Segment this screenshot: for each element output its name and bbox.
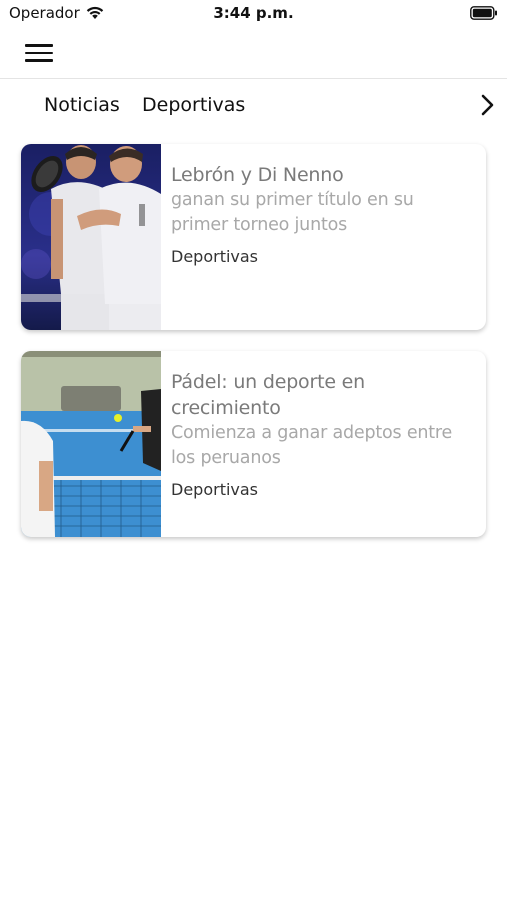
article-subtitle: Comienza a ganar adeptos entre los perua… <box>171 423 453 468</box>
article-title: Lebrón y Di Nenno <box>171 164 344 186</box>
hamburger-menu-icon[interactable] <box>25 42 53 64</box>
status-time: 3:44 p.m. <box>213 4 294 22</box>
tab-deportivas[interactable]: Deportivas <box>142 94 245 116</box>
article-card[interactable]: Pádel: un deporte en crecimiento Comienz… <box>21 351 486 537</box>
article-category: Deportivas <box>171 247 259 266</box>
article-text: Pádel: un deporte en crecimiento Comienz… <box>171 369 471 501</box>
category-tabs: Noticias Deportivas <box>0 80 507 132</box>
battery-icon <box>470 6 497 20</box>
article-category: Deportivas <box>171 480 259 499</box>
app-header <box>0 30 507 79</box>
padel-court-photo <box>21 351 161 537</box>
tab-noticias[interactable]: Noticias <box>44 94 120 116</box>
padel-players-celebrating-photo <box>21 144 161 330</box>
article-title: Pádel: un deporte en crecimiento <box>171 371 365 419</box>
article-card[interactable]: Lebrón y Di Nenno ganan su primer título… <box>21 144 486 330</box>
status-bar: Operador 3:44 p.m. <box>0 0 507 30</box>
article-subtitle: ganan su primer título en su primer torn… <box>171 190 414 235</box>
chevron-right-icon[interactable] <box>477 92 497 118</box>
article-text: Lebrón y Di Nenno ganan su primer título… <box>171 162 471 268</box>
